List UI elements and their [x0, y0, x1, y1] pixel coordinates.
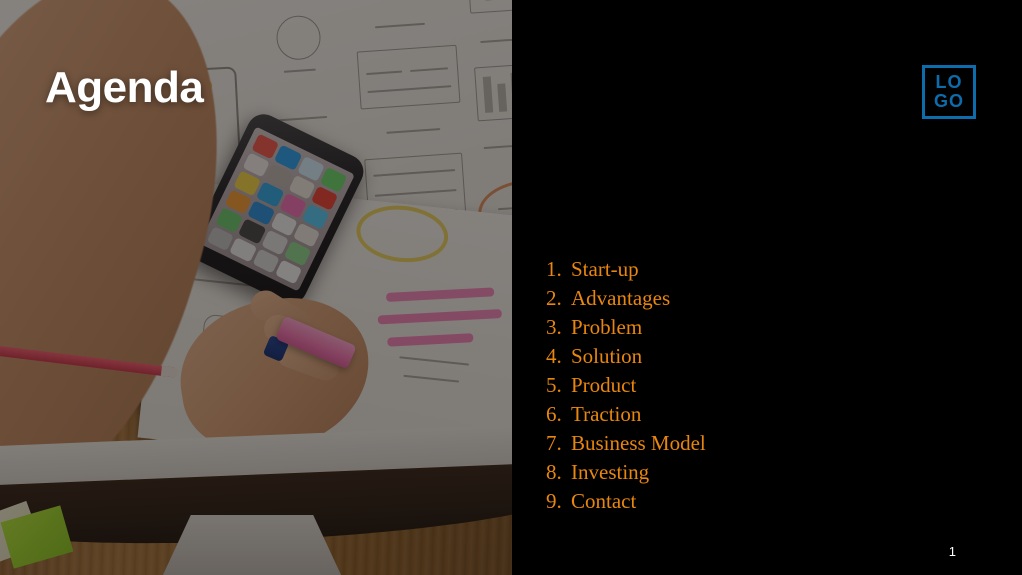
- list-item-number: 9.: [546, 489, 562, 513]
- page-number: 1: [948, 544, 956, 559]
- list-item-label: Problem: [571, 315, 643, 339]
- list-item-label: Contact: [571, 489, 637, 513]
- list-item-number: 4.: [546, 344, 562, 368]
- list-item-label: Investing: [571, 460, 650, 484]
- logo[interactable]: LO GO: [922, 65, 976, 119]
- list-item[interactable]: 8. Investing: [546, 458, 706, 487]
- list-item[interactable]: 6. Traction: [546, 400, 706, 429]
- list-item[interactable]: 9. Contact: [546, 487, 706, 516]
- list-item-number: 3.: [546, 315, 562, 339]
- list-item[interactable]: 3. Problem: [546, 313, 706, 342]
- list-item-label: Business Model: [571, 431, 706, 455]
- list-item-label: Start-up: [571, 257, 639, 281]
- list-item-number: 6.: [546, 402, 562, 426]
- list-item-label: Traction: [571, 402, 642, 426]
- slide: Agenda LO GO 1. Start-up 2. Advantages 3…: [0, 0, 1022, 575]
- list-item-number: 8.: [546, 460, 562, 484]
- page-title: Agenda: [45, 63, 204, 112]
- list-item[interactable]: 5. Product: [546, 371, 706, 400]
- list-item-label: Product: [571, 373, 637, 397]
- list-item-number: 1.: [546, 257, 562, 281]
- list-item[interactable]: 2. Advantages: [546, 284, 706, 313]
- list-item-label: Advantages: [571, 286, 671, 310]
- list-item[interactable]: 1. Start-up: [546, 255, 706, 284]
- list-item-number: 2.: [546, 286, 562, 310]
- monitor-stand: [162, 515, 342, 575]
- list-item[interactable]: 7. Business Model: [546, 429, 706, 458]
- list-item-label: Solution: [571, 344, 643, 368]
- list-item[interactable]: 4. Solution: [546, 342, 706, 371]
- agenda-list: 1. Start-up 2. Advantages 3. Problem 4. …: [546, 255, 706, 516]
- logo-text-line-1: LO: [935, 72, 963, 93]
- content-panel: LO GO 1. Start-up 2. Advantages 3. Probl…: [512, 0, 1022, 575]
- logo-text-line-2: GO: [933, 91, 964, 111]
- list-item-number: 5.: [546, 373, 562, 397]
- list-item-number: 7.: [546, 431, 562, 455]
